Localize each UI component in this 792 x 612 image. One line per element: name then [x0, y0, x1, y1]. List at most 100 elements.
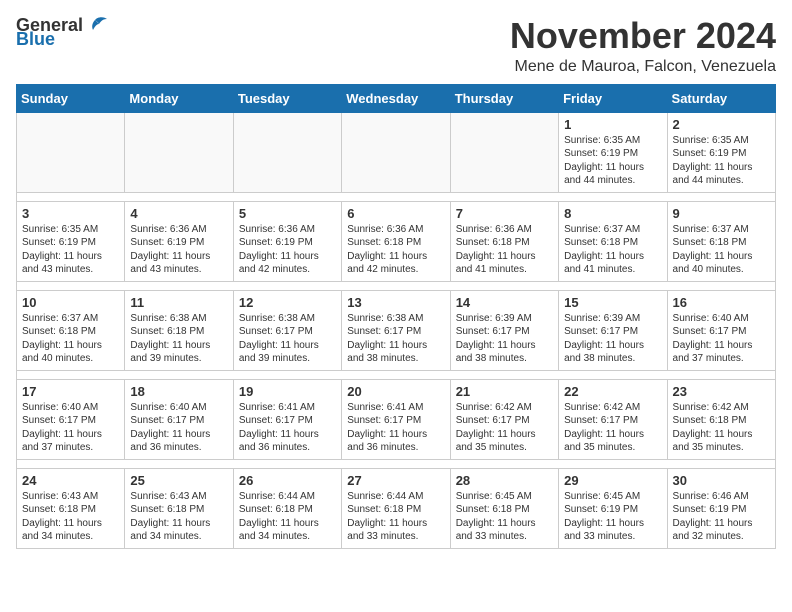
day-number: 30 — [673, 473, 770, 488]
table-row — [233, 112, 341, 192]
day-info: Sunrise: 6:45 AM Sunset: 6:18 PM Dayligh… — [456, 490, 553, 544]
table-row: 15Sunrise: 6:39 AM Sunset: 6:17 PM Dayli… — [559, 290, 667, 370]
table-row: 3 Sunrise: 6:35 AM Sunset: 6:19 PM Daylig… — [17, 201, 125, 281]
day-number: 5 — [239, 206, 336, 221]
table-row: 26Sunrise: 6:44 AM Sunset: 6:18 PM Dayli… — [233, 468, 341, 548]
table-row — [450, 112, 558, 192]
row-spacer — [17, 281, 776, 290]
day-info: Sunrise: 6:38 AM Sunset: 6:18 PM Dayligh… — [130, 312, 227, 366]
day-number: 4 — [130, 206, 227, 221]
day-info: Sunrise: 6:36 AM Sunset: 6:18 PM Dayligh… — [456, 223, 553, 277]
day-number: 24 — [22, 473, 119, 488]
table-row: 17Sunrise: 6:40 AM Sunset: 6:17 PM Dayli… — [17, 379, 125, 459]
table-row: 12 Sunrise: 6:38 AM Sunset: 6:17 PM Dayli… — [233, 290, 341, 370]
table-row: 11 Sunrise: 6:38 AM Sunset: 6:18 PM Dayli… — [125, 290, 233, 370]
table-row: 25 Sunrise: 6:43 AM Sunset: 6:18 PM Dayli… — [125, 468, 233, 548]
day-number: 22 — [564, 384, 661, 399]
calendar-week-row: 1Sunrise: 6:35 AM Sunset: 6:19 PM Daylig… — [17, 112, 776, 192]
day-info: Sunrise: 6:35 AM Sunset: 6:19 PM Dayligh… — [22, 223, 119, 277]
calendar-week-row: 17 Sunrise: 6:40 AM Sunset: 6:17 PM Dayli… — [17, 379, 776, 459]
table-row: 6 Sunrise: 6:36 AM Sunset: 6:18 PM Daylig… — [342, 201, 450, 281]
col-saturday: Saturday — [667, 84, 775, 112]
table-row: 7 Sunrise: 6:36 AM Sunset: 6:18 PM Daylig… — [450, 201, 558, 281]
day-info: Sunrise: 6:36 AM Sunset: 6:18 PM Dayligh… — [347, 223, 444, 277]
day-info: Sunrise: 6:43 AM Sunset: 6:18 PM Dayligh… — [130, 490, 227, 544]
table-row: 23Sunrise: 6:42 AM Sunset: 6:18 PM Dayli… — [667, 379, 775, 459]
col-thursday: Thursday — [450, 84, 558, 112]
row-spacer — [17, 370, 776, 379]
table-row: 21Sunrise: 6:42 AM Sunset: 6:17 PM Dayli… — [450, 379, 558, 459]
col-sunday: Sunday — [17, 84, 125, 112]
table-row — [342, 112, 450, 192]
day-number: 16 — [673, 295, 770, 310]
day-number: 20 — [347, 384, 444, 399]
day-info: Sunrise: 6:39 AM Sunset: 6:17 PM Dayligh… — [456, 312, 553, 366]
table-row: 19Sunrise: 6:41 AM Sunset: 6:17 PM Dayli… — [233, 379, 341, 459]
location-title: Mene de Mauroa, Falcon, Venezuela — [510, 58, 776, 76]
table-row: 2 Sunrise: 6:35 AM Sunset: 6:19 PM Daylig… — [667, 112, 775, 192]
day-number: 15 — [564, 295, 661, 310]
day-number: 27 — [347, 473, 444, 488]
day-info: Sunrise: 6:38 AM Sunset: 6:17 PM Dayligh… — [347, 312, 444, 366]
table-row: 22 Sunrise: 6:42 AM Sunset: 6:17 PM Dayli… — [559, 379, 667, 459]
day-number: 18 — [130, 384, 227, 399]
day-info: Sunrise: 6:37 AM Sunset: 6:18 PM Dayligh… — [673, 223, 770, 277]
day-number: 10 — [22, 295, 119, 310]
day-info: Sunrise: 6:35 AM Sunset: 6:19 PM Dayligh… — [673, 134, 770, 188]
day-info: Sunrise: 6:36 AM Sunset: 6:19 PM Dayligh… — [239, 223, 336, 277]
table-row: 4 Sunrise: 6:36 AM Sunset: 6:19 PM Daylig… — [125, 201, 233, 281]
day-number: 26 — [239, 473, 336, 488]
day-number: 19 — [239, 384, 336, 399]
day-number: 28 — [456, 473, 553, 488]
calendar-week-row: 24 Sunrise: 6:43 AM Sunset: 6:18 PM Dayli… — [17, 468, 776, 548]
col-tuesday: Tuesday — [233, 84, 341, 112]
col-friday: Friday — [559, 84, 667, 112]
col-monday: Monday — [125, 84, 233, 112]
table-row: 5 Sunrise: 6:36 AM Sunset: 6:19 PM Daylig… — [233, 201, 341, 281]
day-info: Sunrise: 6:44 AM Sunset: 6:18 PM Dayligh… — [347, 490, 444, 544]
day-info: Sunrise: 6:46 AM Sunset: 6:19 PM Dayligh… — [673, 490, 770, 544]
day-number: 14 — [456, 295, 553, 310]
day-number: 17 — [22, 384, 119, 399]
calendar-table: Sunday Monday Tuesday Wednesday Thursday… — [16, 84, 776, 549]
table-row: 29 Sunrise: 6:45 AM Sunset: 6:19 PM Dayli… — [559, 468, 667, 548]
table-row: 1Sunrise: 6:35 AM Sunset: 6:19 PM Daylig… — [559, 112, 667, 192]
table-row: 28 Sunrise: 6:45 AM Sunset: 6:18 PM Dayli… — [450, 468, 558, 548]
table-row: 13Sunrise: 6:38 AM Sunset: 6:17 PM Dayli… — [342, 290, 450, 370]
col-wednesday: Wednesday — [342, 84, 450, 112]
day-number: 7 — [456, 206, 553, 221]
day-info: Sunrise: 6:42 AM Sunset: 6:17 PM Dayligh… — [456, 401, 553, 455]
day-number: 2 — [673, 117, 770, 132]
table-row: 30 Sunrise: 6:46 AM Sunset: 6:19 PM Dayli… — [667, 468, 775, 548]
table-row: 8 Sunrise: 6:37 AM Sunset: 6:18 PM Daylig… — [559, 201, 667, 281]
day-info: Sunrise: 6:42 AM Sunset: 6:17 PM Dayligh… — [564, 401, 661, 455]
day-number: 12 — [239, 295, 336, 310]
day-number: 3 — [22, 206, 119, 221]
table-row: 16Sunrise: 6:40 AM Sunset: 6:17 PM Dayli… — [667, 290, 775, 370]
day-info: Sunrise: 6:45 AM Sunset: 6:19 PM Dayligh… — [564, 490, 661, 544]
title-section: November 2024 Mene de Mauroa, Falcon, Ve… — [510, 16, 776, 76]
table-row: 18 Sunrise: 6:40 AM Sunset: 6:17 PM Dayli… — [125, 379, 233, 459]
day-number: 25 — [130, 473, 227, 488]
logo-bird-icon — [85, 16, 107, 34]
day-number: 6 — [347, 206, 444, 221]
day-info: Sunrise: 6:35 AM Sunset: 6:19 PM Dayligh… — [564, 134, 661, 188]
calendar-header-row: Sunday Monday Tuesday Wednesday Thursday… — [17, 84, 776, 112]
day-number: 29 — [564, 473, 661, 488]
table-row: 14 Sunrise: 6:39 AM Sunset: 6:17 PM Dayli… — [450, 290, 558, 370]
table-row: 9 Sunrise: 6:37 AM Sunset: 6:18 PM Daylig… — [667, 201, 775, 281]
table-row — [17, 112, 125, 192]
day-info: Sunrise: 6:37 AM Sunset: 6:18 PM Dayligh… — [22, 312, 119, 366]
table-row: 20Sunrise: 6:41 AM Sunset: 6:17 PM Dayli… — [342, 379, 450, 459]
day-number: 23 — [673, 384, 770, 399]
page-header: General Blue November 2024 Mene de Mauro… — [16, 16, 776, 76]
calendar-week-row: 3 Sunrise: 6:35 AM Sunset: 6:19 PM Daylig… — [17, 201, 776, 281]
day-info: Sunrise: 6:38 AM Sunset: 6:17 PM Dayligh… — [239, 312, 336, 366]
day-number: 11 — [130, 295, 227, 310]
day-info: Sunrise: 6:36 AM Sunset: 6:19 PM Dayligh… — [130, 223, 227, 277]
day-info: Sunrise: 6:37 AM Sunset: 6:18 PM Dayligh… — [564, 223, 661, 277]
day-number: 9 — [673, 206, 770, 221]
table-row: 10 Sunrise: 6:37 AM Sunset: 6:18 PM Dayli… — [17, 290, 125, 370]
day-number: 8 — [564, 206, 661, 221]
day-info: Sunrise: 6:40 AM Sunset: 6:17 PM Dayligh… — [130, 401, 227, 455]
